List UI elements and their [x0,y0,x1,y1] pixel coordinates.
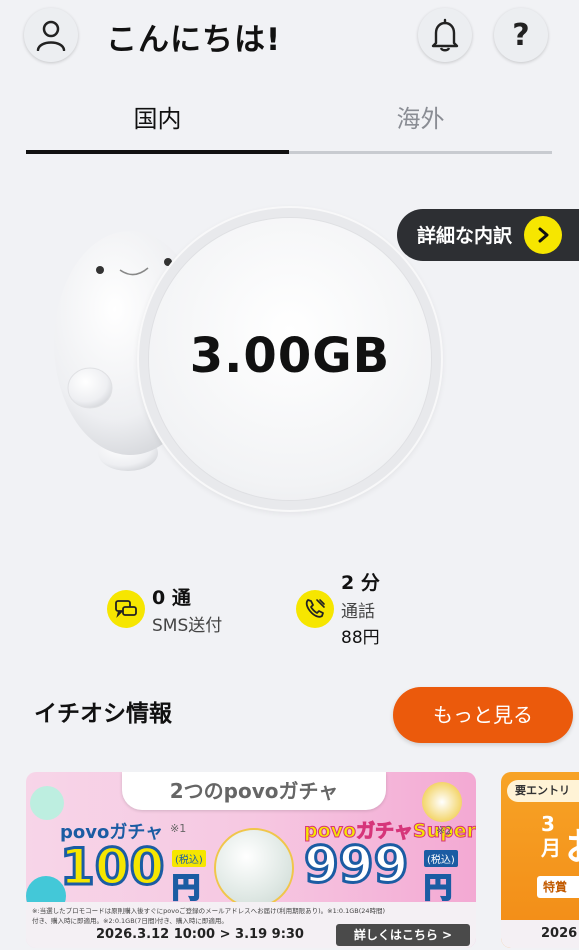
account-button[interactable] [24,8,78,62]
entry-tag: 要エントリ [507,780,579,802]
gacha-machine-icon [214,828,294,908]
promo-month: 3月 [541,812,561,860]
call-price: 88円 [341,628,380,648]
data-usage-center: 3.00GB [149,218,431,500]
left-price: 100 [58,837,165,898]
detail-breakdown-label: 詳細な内訳 [417,225,513,247]
promo-banner-entry[interactable]: 要エントリ 3月 お 特賞 2026 [501,772,579,948]
left-yen: 円 [171,870,201,905]
promo-big-char: お [565,816,579,871]
banner-headline: 2つのpovoガチャ [122,772,386,810]
right-footnote-mark: ※2 [436,824,453,837]
left-tax-label: (税込) [172,850,206,867]
campaign-dates: 2026.3.12 10:00 > 3.19 9:30 [96,927,304,942]
fine-print-line-1: ※:当選したプロモコードは原則購入後すぐにpovoご登録のメールアドレスへお届け… [32,907,386,915]
promo-banner-gacha[interactable]: 2つのpovoガチャ povoガチャ ※1 100 (税込) 円 povoガチャ… [26,772,476,948]
notifications-button[interactable] [418,8,472,62]
right-yen: 円 [423,870,453,905]
sms-label: SMS送付 [152,616,223,636]
app-header: こんにちは! ? [0,0,579,80]
phone-icon [296,590,334,628]
right-tax-label: (税込) [424,850,458,867]
sms-icon [107,590,145,628]
prize-label: 特賞 [537,876,579,898]
banner-footer: ※:当選したプロモコードは原則購入後すぐにpovoご登録のメールアドレスへお届け… [26,902,476,948]
data-usage-ring[interactable]: 3.00GB [137,206,443,512]
detail-breakdown-button[interactable]: 詳細な内訳 [397,209,579,261]
remaining-data-value: 3.00GB [189,328,391,384]
chevron-right-icon [524,216,562,254]
right-price: 999 [302,835,409,896]
capsule-icon [30,786,64,820]
see-more-button[interactable]: もっと見る [393,687,573,743]
tab-overseas[interactable]: 海外 [289,96,552,154]
featured-title: イチオシ情報 [34,701,172,727]
region-tabs: 国内 海外 [26,96,553,158]
tab-domestic[interactable]: 国内 [26,96,289,154]
user-icon [36,20,66,51]
fine-print-line-2: 付き、購入時に即適用。※2:0.1GB(7日間)付き、購入時に即適用。 [32,917,228,925]
help-button[interactable]: ? [494,8,548,62]
left-footnote-mark: ※1 [170,822,187,835]
help-icon: ? [512,17,530,53]
banner2-footer: 2026 [501,920,579,948]
call-label: 通話 [341,602,375,622]
greeting-text: こんにちは! [106,22,282,58]
banner2-year: 2026 [541,926,578,941]
call-minutes: 2 分 [341,572,380,594]
banner-details-link[interactable]: 詳しくはこちら > [336,924,470,946]
sms-count: 0 通 [152,587,191,609]
bell-icon [431,18,459,52]
